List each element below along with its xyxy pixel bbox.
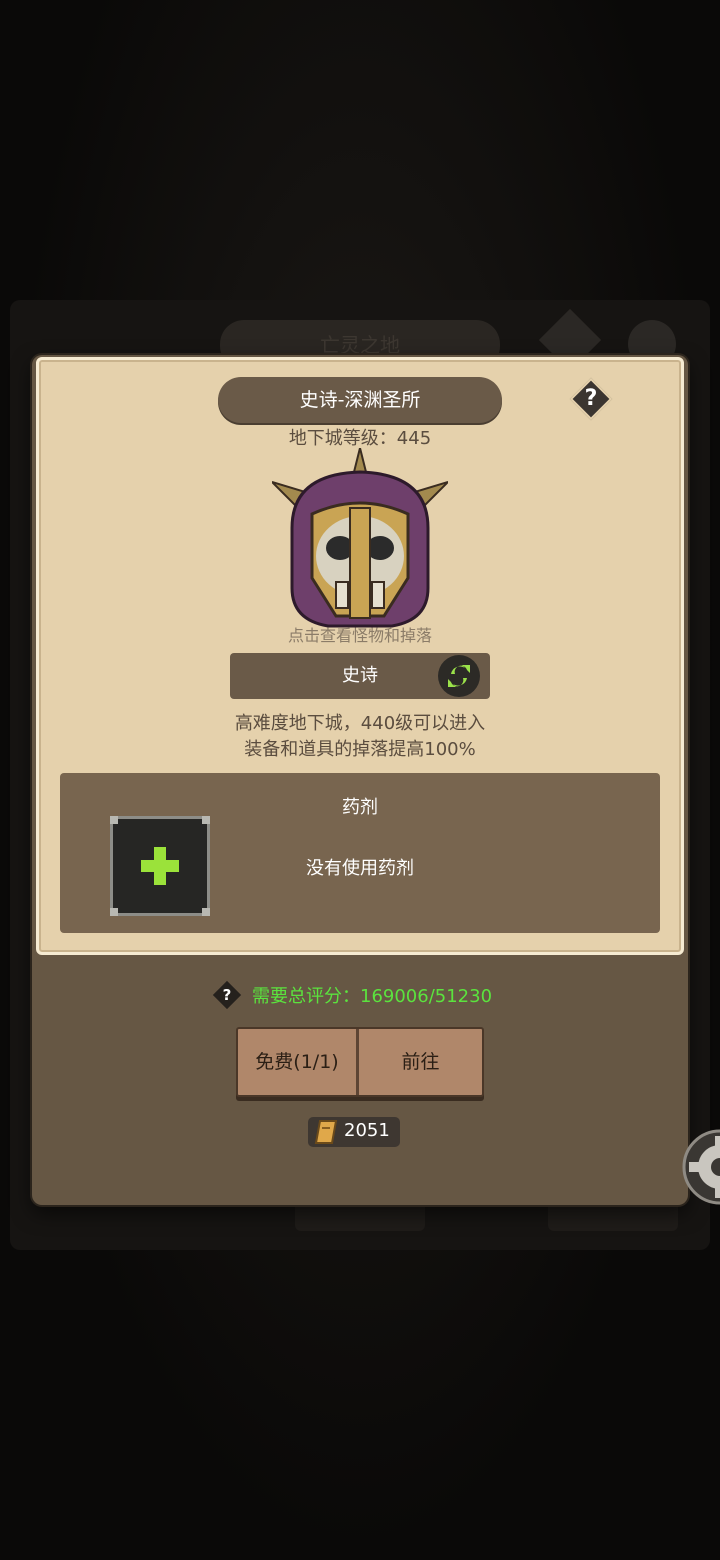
question-icon[interactable]: ? <box>212 980 242 1010</box>
difficulty-selector[interactable]: 史诗 <box>230 653 490 699</box>
description-line-2: 装备和道具的掉落提高100% <box>244 739 476 760</box>
ticket-scroll-icon <box>312 1118 340 1146</box>
gear-icon[interactable] <box>678 1126 720 1208</box>
dungeon-title: 史诗-深渊圣所 <box>218 377 502 423</box>
ticket-counter: 2051 <box>308 1117 400 1147</box>
free-button[interactable]: 免费(1/1) <box>238 1029 356 1095</box>
refresh-icon[interactable] <box>438 655 480 697</box>
description-line-1: 高难度地下城，440级可以进入 <box>234 713 486 734</box>
skull-helmet-icon[interactable] <box>271 447 449 636</box>
potion-status: 没有使用药剂 <box>306 858 414 879</box>
plus-icon <box>141 847 179 885</box>
dungeon-level: 地下城等级：445 <box>288 428 432 449</box>
go-button[interactable]: 前往 <box>359 1029 482 1095</box>
tap-hint: 点击查看怪物和掉落 <box>287 626 432 645</box>
action-buttons: 免费(1/1) 前往 <box>236 1027 484 1097</box>
score-requirement: ? 需要总评分：169006/51230 <box>212 980 532 1010</box>
ticket-count: 2051 <box>344 1120 390 1141</box>
score-text: 需要总评分：169006/51230 <box>252 986 493 1007</box>
potion-add-slot[interactable] <box>110 816 210 916</box>
question-icon[interactable]: ? <box>569 377 613 421</box>
potion-title: 药剂 <box>342 797 378 818</box>
